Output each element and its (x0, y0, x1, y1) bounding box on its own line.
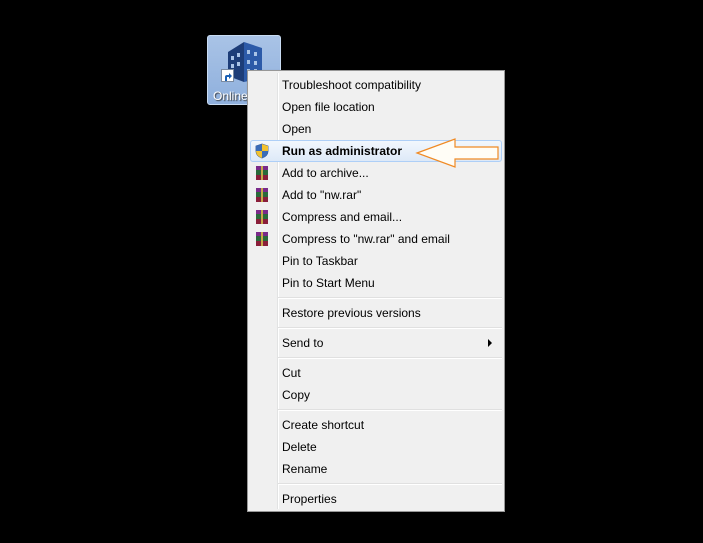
menu-item-label: Open file location (282, 100, 375, 114)
menu-item-label: Properties (282, 492, 337, 506)
menu-item-label: Run as administrator (282, 144, 403, 158)
menu-item-label: Delete (282, 440, 317, 454)
menu-item-troubleshoot-compatibility[interactable]: Troubleshoot compatibility (250, 74, 502, 96)
winrar-icon (256, 232, 268, 246)
menu-separator (278, 327, 502, 329)
menu-item-compress-to-nw-rar-and-email[interactable]: Compress to "nw.rar" and email (250, 228, 502, 250)
menu-item-add-to-nw-rar[interactable]: Add to "nw.rar" (250, 184, 502, 206)
menu-item-send-to[interactable]: Send to (250, 332, 502, 354)
menu-item-pin-to-taskbar[interactable]: Pin to Taskbar (250, 250, 502, 272)
desktop-icon-label: Online (213, 89, 248, 103)
winrar-icon (256, 188, 268, 202)
menu-item-label: Cut (282, 366, 301, 380)
menu-item-pin-to-start-menu[interactable]: Pin to Start Menu (250, 272, 502, 294)
menu-item-label: Troubleshoot compatibility (282, 78, 421, 92)
menu-item-delete[interactable]: Delete (250, 436, 502, 458)
menu-item-label: Restore previous versions (282, 306, 421, 320)
winrar-icon (256, 210, 268, 224)
menu-separator (278, 483, 502, 485)
menu-separator (278, 357, 502, 359)
winrar-icon (256, 166, 268, 180)
menu-item-rename[interactable]: Rename (250, 458, 502, 480)
menu-item-label: Pin to Taskbar (282, 254, 358, 268)
menu-item-open-file-location[interactable]: Open file location (250, 96, 502, 118)
annotation-arrow-icon (415, 138, 499, 168)
menu-item-label: Compress to "nw.rar" and email (282, 232, 450, 246)
menu-item-label: Add to "nw.rar" (282, 188, 362, 202)
menu-item-label: Send to (282, 336, 324, 350)
menu-separator (278, 297, 502, 299)
menu-item-copy[interactable]: Copy (250, 384, 502, 406)
menu-item-label: Copy (282, 388, 311, 402)
uac-shield-icon (255, 143, 269, 159)
menu-item-restore-previous-versions[interactable]: Restore previous versions (250, 302, 502, 324)
menu-item-create-shortcut[interactable]: Create shortcut (250, 414, 502, 436)
menu-separator (278, 409, 502, 411)
menu-item-properties[interactable]: Properties (250, 488, 502, 510)
menu-item-label: Compress and email... (282, 210, 403, 224)
menu-item-label: Open (282, 122, 312, 136)
shortcut-arrow-icon (221, 69, 234, 82)
menu-item-label: Add to archive... (282, 166, 369, 180)
menu-item-cut[interactable]: Cut (250, 362, 502, 384)
menu-item-label: Create shortcut (282, 418, 365, 432)
submenu-arrow-icon (488, 339, 492, 347)
menu-item-compress-and-email[interactable]: Compress and email... (250, 206, 502, 228)
menu-item-label: Rename (282, 462, 328, 476)
annotation-arrow-shape (415, 138, 499, 168)
menu-item-label: Pin to Start Menu (282, 276, 375, 290)
